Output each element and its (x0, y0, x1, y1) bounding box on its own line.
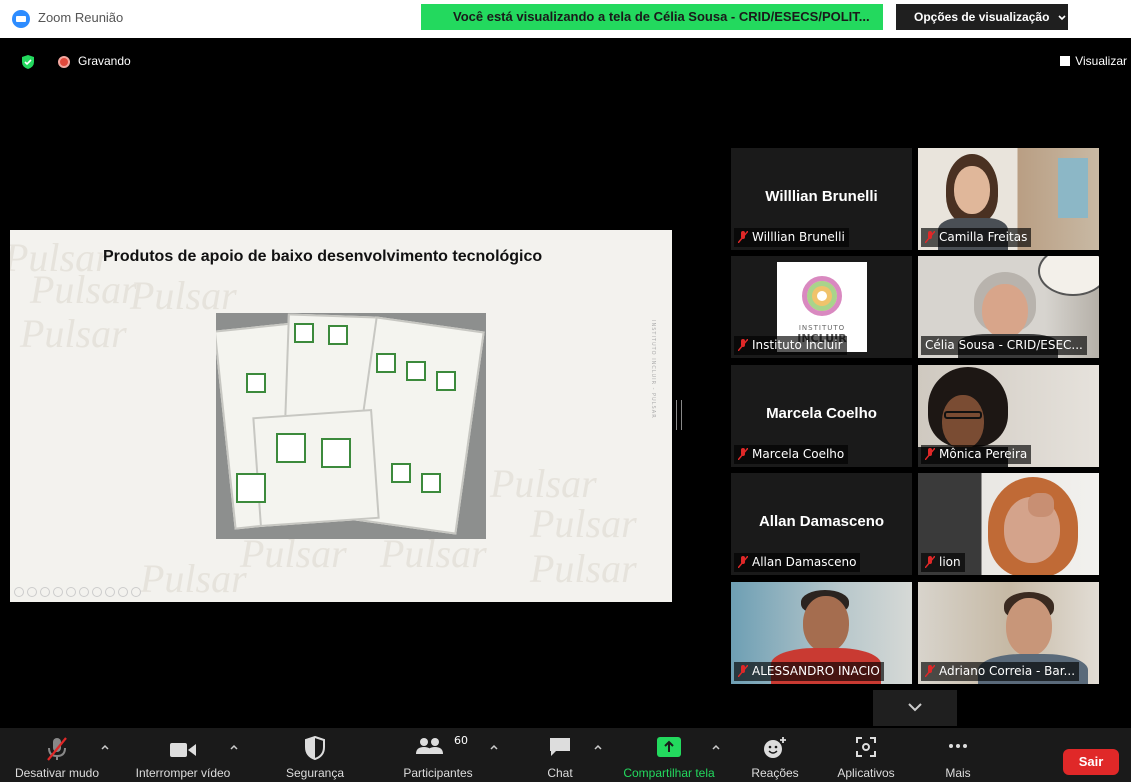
shield-icon (305, 736, 325, 760)
participant-big-name: Willlian Brunelli (765, 188, 878, 205)
muted-mic-icon (738, 339, 748, 351)
emoji-add-icon (764, 737, 786, 758)
chevron-down-icon (908, 703, 922, 712)
participant-big-name: Marcela Coelho (766, 405, 877, 422)
window-title: Zoom Reunião (38, 10, 124, 25)
view-layout-label: Visualizar (1075, 54, 1127, 68)
chevron-up-icon[interactable] (100, 742, 110, 752)
stop-video-button[interactable]: Interromper vídeo (125, 736, 241, 782)
gallery-scroll-down-button[interactable] (873, 690, 957, 726)
slide-footer-icons (14, 587, 174, 599)
apps-button[interactable]: Aplicativos (826, 736, 906, 782)
view-options-button[interactable]: Opções de visualização (896, 4, 1068, 30)
participant-tile[interactable]: Marcela Coelho Marcela Coelho (731, 365, 912, 467)
muted-mic-icon (738, 231, 748, 243)
participants-label: Participantes (403, 766, 473, 780)
chevron-up-icon[interactable] (229, 742, 239, 752)
stop-video-label: Interromper vídeo (135, 766, 231, 780)
participant-name-label: Allan Damasceno (734, 553, 861, 572)
muted-mic-icon (738, 556, 748, 568)
reactions-label: Reações (751, 766, 799, 780)
share-screen-label: Compartilhar tela (623, 766, 715, 780)
participant-name-label: Camilla Freitas (921, 228, 1032, 247)
watermark: Pulsar (530, 501, 637, 546)
participant-tile[interactable]: lion (918, 473, 1099, 575)
chevron-up-icon[interactable] (711, 742, 721, 752)
more-label: Mais (945, 766, 971, 780)
participant-name-label: ALESSANDRO INACIO (734, 662, 884, 681)
muted-mic-icon (925, 231, 935, 243)
participants-button[interactable]: 60 Participantes (388, 734, 488, 782)
zoom-logo-icon (12, 10, 30, 28)
screen-share-banner: Você está visualizando a tela de Célia S… (421, 4, 883, 30)
unmute-label: Desativar mudo (14, 766, 100, 780)
meeting-status-bar: Gravando Visualizar (0, 46, 1131, 78)
leave-meeting-button[interactable]: Sair (1063, 749, 1119, 775)
muted-mic-icon (925, 556, 935, 568)
grid-view-icon (1060, 56, 1071, 66)
video-camera-icon (170, 743, 196, 757)
participant-name-label: lion (921, 553, 965, 572)
participant-tile[interactable]: Mônica Pereira (918, 365, 1099, 467)
muted-mic-icon (925, 665, 935, 677)
participant-tile[interactable]: INSTITUTO INCLUIR Instituto Incluir (731, 256, 912, 358)
shared-screen: Pulsar Pulsar Pulsar Pulsar Pulsar Pulsa… (10, 230, 672, 602)
view-layout-button[interactable]: Visualizar (1060, 54, 1127, 68)
slide-title: Produtos de apoio de baixo desenvolvimen… (103, 248, 543, 265)
logo-ring-icon (802, 276, 842, 316)
participant-name-label: Instituto Incluir (734, 336, 847, 355)
more-button[interactable]: Mais (928, 736, 988, 782)
more-dots-icon (949, 744, 967, 748)
panel-splitter-handle[interactable] (676, 400, 682, 430)
participant-name-label: Willlian Brunelli (734, 228, 849, 247)
security-shield-icon[interactable] (20, 54, 36, 70)
security-button[interactable]: Segurança (270, 736, 360, 782)
participant-tile[interactable]: Adriano Correia - Bar... (918, 582, 1099, 684)
apps-icon (856, 737, 876, 757)
participant-tile[interactable]: ALESSANDRO INACIO (731, 582, 912, 684)
apps-label: Aplicativos (837, 766, 895, 780)
watermark: Pulsar (20, 311, 127, 356)
slide-side-text: INSTITUTO INCLUIR - PULSAR (650, 320, 656, 419)
chevron-down-icon (1058, 15, 1066, 21)
chat-bubble-icon (550, 738, 570, 756)
chat-button[interactable]: Chat (530, 736, 590, 782)
title-bar: Zoom Reunião Você está visualizando a te… (0, 0, 1131, 38)
muted-mic-icon (738, 448, 748, 460)
muted-mic-icon (47, 737, 67, 761)
participants-count: 60 (454, 734, 468, 747)
recording-label: Gravando (78, 54, 131, 68)
watermark: Pulsar (530, 546, 637, 591)
meeting-toolbar: Desativar mudo Interromper vídeo Seguran… (0, 728, 1131, 782)
chat-label: Chat (547, 766, 573, 780)
watermark: Pulsar (130, 273, 237, 318)
participant-tile[interactable]: Willlian Brunelli Willlian Brunelli (731, 148, 912, 250)
participant-name-label: Marcela Coelho (734, 445, 849, 464)
share-screen-button[interactable]: Compartilhar tela (612, 736, 726, 782)
recording-icon (58, 56, 70, 68)
muted-mic-icon (925, 448, 935, 460)
slide-photo (216, 313, 486, 539)
participant-tile[interactable]: Allan Damasceno Allan Damasceno (731, 473, 912, 575)
chevron-up-icon[interactable] (593, 742, 603, 752)
participant-tile[interactable]: Camilla Freitas (918, 148, 1099, 250)
participant-big-name: Allan Damasceno (758, 513, 885, 530)
share-screen-icon (657, 737, 681, 757)
participant-name-label: Célia Sousa - CRID/ESEC... (921, 336, 1087, 355)
participants-icon (416, 738, 443, 754)
chevron-up-icon[interactable] (489, 742, 499, 752)
participant-name-label: Mônica Pereira (921, 445, 1032, 464)
view-options-label: Opções de visualização (914, 10, 1050, 24)
muted-mic-icon (738, 665, 748, 677)
participant-tile-active-speaker[interactable]: Célia Sousa - CRID/ESEC... (918, 256, 1099, 358)
reactions-button[interactable]: Reações (740, 736, 810, 782)
unmute-button[interactable]: Desativar mudo (0, 736, 114, 782)
security-label: Segurança (285, 766, 345, 780)
watermark: Pulsar (30, 267, 137, 312)
participant-name-label: Adriano Correia - Bar... (921, 662, 1080, 681)
